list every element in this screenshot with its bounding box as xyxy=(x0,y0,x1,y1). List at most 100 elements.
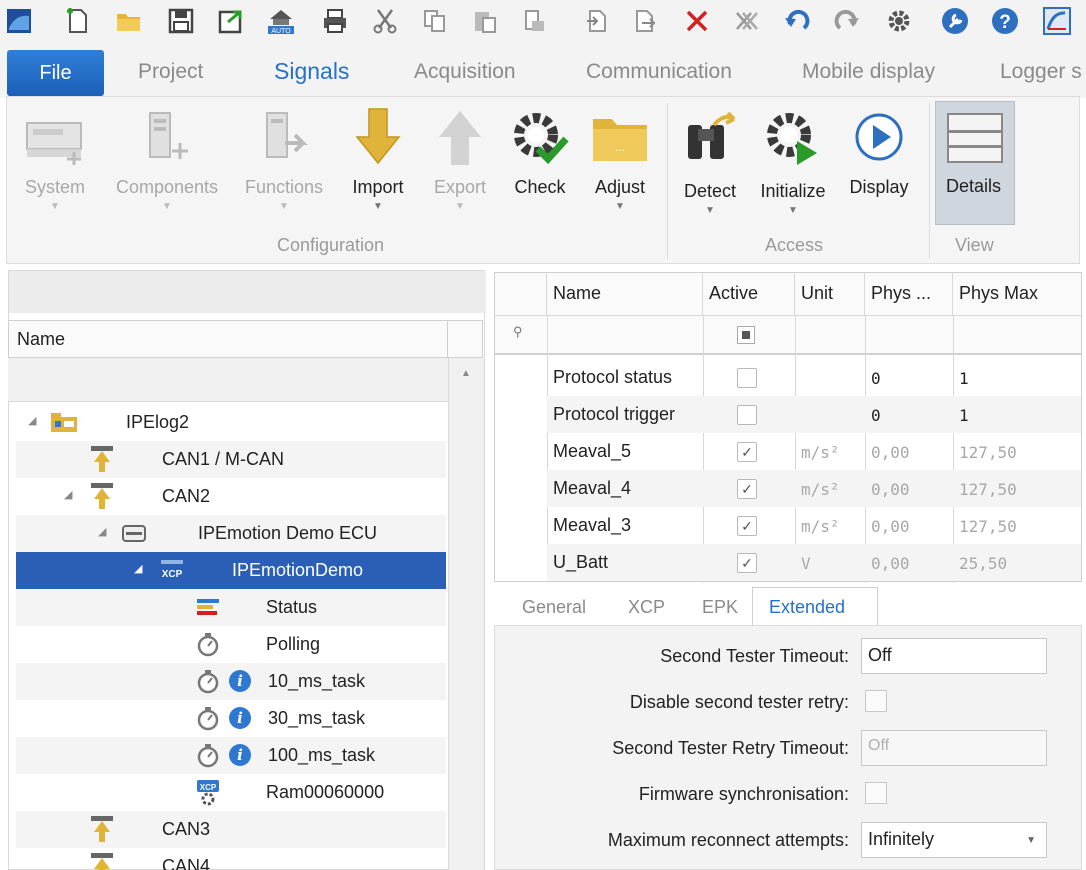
paste-icon[interactable] xyxy=(470,6,500,36)
firmware-synchronisation-checkbox[interactable] xyxy=(865,782,887,804)
chevron-down-icon[interactable]: ▼ xyxy=(1026,835,1036,846)
tree-item-10ms-task[interactable]: i 10_ms_task xyxy=(16,663,446,700)
svg-text:XCP: XCP xyxy=(162,569,183,580)
tab-file[interactable]: File xyxy=(7,50,104,96)
detect-button[interactable]: Detect ▼ xyxy=(675,103,745,223)
grid-row[interactable]: Protocol trigger 0 1 xyxy=(547,396,1081,433)
collapse-icon[interactable]: ◢ xyxy=(134,562,142,575)
tree-item-status[interactable]: Status xyxy=(16,589,446,626)
tab-project[interactable]: Project xyxy=(138,60,203,84)
filter-pin-icon[interactable]: ⚲ xyxy=(513,324,523,340)
components-label: Components xyxy=(115,177,219,197)
collapse-icon[interactable]: ◢ xyxy=(98,525,106,538)
second-tester-retry-timeout-label: Second Tester Retry Timeout: xyxy=(612,738,849,758)
tree-item-can2[interactable]: ◢ CAN2 xyxy=(16,478,446,515)
import-label: Import xyxy=(352,177,404,197)
details-button[interactable]: Details xyxy=(935,101,1015,225)
grid-row[interactable]: Meaval_3 ✓ m/s² 0,00 127,50 xyxy=(547,507,1081,544)
grid-header-name[interactable]: Name xyxy=(547,273,703,315)
active-checkbox[interactable] xyxy=(737,368,757,388)
export-button[interactable]: Export ▼ xyxy=(425,103,495,223)
collapse-icon[interactable]: ◢ xyxy=(28,414,36,427)
grid-header-phys-max[interactable]: Phys Max xyxy=(953,273,1081,315)
app-icon[interactable] xyxy=(4,6,34,36)
tools-icon[interactable] xyxy=(940,6,970,36)
cut-icon[interactable] xyxy=(370,6,400,36)
tree-item-can1[interactable]: CAN1 / M-CAN xyxy=(16,441,446,478)
tab-communication[interactable]: Communication xyxy=(586,60,732,84)
grid-filter-row[interactable]: ⚲ xyxy=(495,315,1081,355)
grid-row[interactable]: U_Batt ✓ V 0,00 25,50 xyxy=(547,544,1081,581)
redo-icon[interactable] xyxy=(832,6,862,36)
filter-active-checkbox[interactable] xyxy=(737,326,755,344)
collapse-icon[interactable]: ◢ xyxy=(64,488,72,501)
paste-special-icon[interactable] xyxy=(520,6,550,36)
logo-icon[interactable] xyxy=(1042,6,1072,36)
delete-icon[interactable] xyxy=(682,6,712,36)
tree-item-30ms-task[interactable]: i 30_ms_task xyxy=(16,700,446,737)
functions-button[interactable]: Functions ▼ xyxy=(239,103,329,223)
tab-acquisition[interactable]: Acquisition xyxy=(414,60,516,84)
save-icon[interactable] xyxy=(166,6,196,36)
tree-item-label: 10_ms_task xyxy=(268,671,366,691)
system-button[interactable]: System ▼ xyxy=(17,103,93,223)
tab-signals[interactable]: Signals xyxy=(274,58,349,85)
second-tester-retry-timeout-field[interactable]: Off xyxy=(861,730,1047,766)
second-tester-timeout-field[interactable]: Off xyxy=(861,638,1047,674)
maximum-reconnect-attempts-select[interactable]: Infinitely ▼ xyxy=(861,822,1047,858)
tree-item-polling[interactable]: Polling xyxy=(16,626,446,663)
tree-item-ipemotiondemo[interactable]: ◢ XCP IPEmotionDemo xyxy=(16,552,446,589)
grid-header-unit[interactable]: Unit xyxy=(795,273,865,315)
tree-item-ram00060000[interactable]: XCP Ram00060000 xyxy=(16,774,446,811)
grid-header-active[interactable]: Active xyxy=(703,273,795,315)
grid-row[interactable]: Protocol status 0 1 xyxy=(547,359,1081,396)
scroll-up-icon[interactable]: ▲ xyxy=(461,368,471,379)
display-button[interactable]: Display xyxy=(843,103,915,223)
grid-header-phys-min[interactable]: Phys ... xyxy=(865,273,953,315)
insert-icon[interactable] xyxy=(582,6,612,36)
tree-item-ipelog2[interactable]: ◢ IPElog2 xyxy=(16,404,446,441)
insert-file-icon[interactable] xyxy=(630,6,660,36)
info-icon[interactable]: i xyxy=(226,704,254,732)
tree-item-100ms-task[interactable]: i 100_ms_task xyxy=(16,737,446,774)
info-icon[interactable]: i xyxy=(226,667,254,695)
active-checkbox[interactable]: ✓ xyxy=(737,516,757,536)
new-icon[interactable] xyxy=(62,6,92,36)
tree-item-can4[interactable]: CAN4 xyxy=(16,848,446,870)
tab-mobile-display[interactable]: Mobile display xyxy=(802,60,935,84)
active-checkbox[interactable] xyxy=(737,405,757,425)
active-checkbox[interactable]: ✓ xyxy=(737,442,757,462)
grid-row[interactable]: Meaval_4 ✓ m/s² 0,00 127,50 xyxy=(547,470,1081,507)
tab-extended[interactable]: Extended xyxy=(752,587,878,625)
active-checkbox[interactable]: ✓ xyxy=(737,479,757,499)
adjust-button[interactable]: ... Adjust ▼ xyxy=(585,103,655,223)
copy-icon[interactable] xyxy=(420,6,450,36)
info-icon[interactable]: i xyxy=(226,741,254,769)
disable-second-tester-retry-checkbox[interactable] xyxy=(865,690,887,712)
tree-scrollbar[interactable]: ▲ xyxy=(448,358,484,870)
auto-icon[interactable]: AUTO xyxy=(266,6,296,36)
components-button[interactable]: Components ▼ xyxy=(107,103,227,223)
print-icon[interactable] xyxy=(320,6,350,36)
tab-general[interactable]: General xyxy=(522,597,586,618)
tree-column-name[interactable]: Name xyxy=(17,329,65,350)
tab-logger[interactable]: Logger s xyxy=(1000,60,1082,84)
tree-filter-row[interactable] xyxy=(8,358,448,402)
active-checkbox[interactable]: ✓ xyxy=(737,553,757,573)
phys-max-value: 1 xyxy=(959,406,969,425)
initialize-button[interactable]: Initialize ▼ xyxy=(753,103,833,223)
export-icon[interactable] xyxy=(216,6,246,36)
check-button[interactable]: Check xyxy=(505,103,575,223)
settings-icon[interactable] xyxy=(884,6,914,36)
tab-epk[interactable]: EPK xyxy=(702,597,738,618)
help-icon[interactable]: ? xyxy=(990,6,1020,36)
open-folder-icon[interactable] xyxy=(114,6,144,36)
tab-xcp[interactable]: XCP xyxy=(628,597,665,618)
tree-item-can3[interactable]: CAN3 xyxy=(16,811,446,848)
tree-item-ecu[interactable]: ◢ IPEmotion Demo ECU xyxy=(16,515,446,552)
undo-icon[interactable] xyxy=(782,6,812,36)
delete-all-icon[interactable] xyxy=(732,6,762,36)
grid-row[interactable]: Meaval_5 ✓ m/s² 0,00 127,50 xyxy=(547,433,1081,470)
second-tester-timeout-label: Second Tester Timeout: xyxy=(660,646,849,666)
import-button[interactable]: Import ▼ xyxy=(343,103,413,223)
